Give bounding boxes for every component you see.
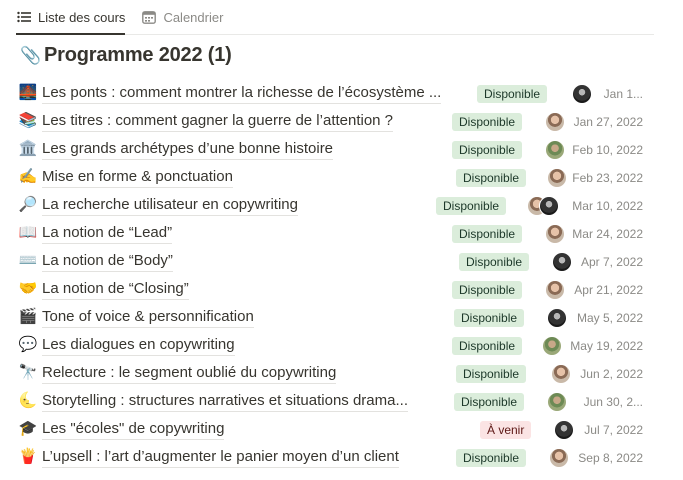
- avatar: [545, 280, 565, 300]
- course-date: Jan 27, 2022: [573, 115, 643, 129]
- avatar: [545, 140, 565, 160]
- course-date: Mar 24, 2022: [572, 227, 643, 241]
- list-item[interactable]: ✍️ Mise en forme & ponctuation Disponible F…: [18, 163, 650, 191]
- list-item[interactable]: 🍟 L’upsell : l’art d’augmenter le panier …: [18, 443, 650, 471]
- course-title-link[interactable]: Relecture : le segment oublié du copywri…: [42, 363, 337, 384]
- list-icon: [16, 9, 32, 25]
- page-emoji-icon: 🤝: [18, 280, 38, 297]
- avatar: [542, 336, 562, 356]
- course-date: May 5, 2022: [576, 311, 643, 325]
- status-badge: Disponible: [456, 365, 527, 383]
- list-item[interactable]: 🎓 Les "écoles" de copywriting À venir Jul 7…: [18, 415, 650, 443]
- page-header: 📎 Programme 2022 (1): [20, 44, 232, 67]
- course-title-link[interactable]: La notion de “Body”: [42, 251, 173, 272]
- list-item[interactable]: 🏛️ Les grands archétypes d’une bonne hist…: [18, 135, 650, 163]
- course-title-link[interactable]: La notion de “Closing”: [42, 279, 189, 300]
- avatar: [554, 420, 574, 440]
- page-emoji-icon: 💬: [18, 336, 38, 353]
- course-title-link[interactable]: Mise en forme & ponctuation: [42, 167, 233, 188]
- list-item[interactable]: 🔭 Relecture : le segment oublié du copywr…: [18, 359, 650, 387]
- status-badge: Disponible: [452, 337, 523, 355]
- list-item[interactable]: ⌨️ La notion de “Body” Disponible Apr 7, 20…: [18, 247, 650, 275]
- tab-label: Calendrier: [163, 9, 224, 25]
- page-emoji-icon: 📚: [18, 112, 38, 129]
- course-title-link[interactable]: Storytelling : structures narratives et …: [42, 391, 408, 412]
- list-item[interactable]: 💬 Les dialogues en copywriting Disponible M…: [18, 331, 650, 359]
- tab-label: Liste des cours: [38, 9, 126, 25]
- paperclip-icon: 📎: [20, 45, 42, 65]
- status-badge: Disponible: [477, 85, 548, 103]
- calendar-icon: [141, 9, 157, 25]
- course-date: Apr 21, 2022: [574, 283, 643, 297]
- page-emoji-icon: 📖: [18, 224, 38, 241]
- list-item[interactable]: 🌜 Storytelling : structures narratives et…: [18, 387, 650, 415]
- avatar: [547, 308, 567, 328]
- list-item[interactable]: 🎬 Tone of voice & personnification Disponi…: [18, 303, 650, 331]
- course-title-link[interactable]: Tone of voice & personnification: [42, 307, 254, 328]
- list-item[interactable]: 🤝 La notion de “Closing” Disponible Apr 21,…: [18, 275, 650, 303]
- course-date: Jun 2, 2022: [580, 367, 643, 381]
- status-badge: Disponible: [436, 197, 507, 215]
- view-tabs: Liste des cours Calendrier: [16, 0, 654, 35]
- avatar: [545, 112, 565, 132]
- page-emoji-icon: ✍️: [18, 168, 38, 185]
- course-date: Feb 23, 2022: [572, 171, 643, 185]
- list-item[interactable]: 📖 La notion de “Lead” Disponible Mar 24, 20…: [18, 219, 650, 247]
- avatar: [572, 84, 592, 104]
- course-title-link[interactable]: L’upsell : l’art d’augmenter le panier m…: [42, 447, 399, 468]
- course-date: Mar 10, 2022: [572, 199, 643, 213]
- status-badge: Disponible: [454, 393, 525, 411]
- status-badge: Disponible: [452, 281, 523, 299]
- course-date: Jan 1...: [603, 87, 643, 101]
- course-list: 🌉 Les ponts : comment montrer la richesse…: [18, 79, 650, 471]
- status-badge: Disponible: [459, 253, 530, 271]
- avatar: [539, 196, 559, 216]
- status-badge: Disponible: [452, 225, 523, 243]
- page-emoji-icon: 🔭: [18, 364, 38, 381]
- course-date: Feb 10, 2022: [572, 143, 643, 157]
- avatar: [547, 168, 567, 188]
- page-emoji-icon: 🌜: [18, 392, 38, 409]
- avatar: [551, 364, 571, 384]
- course-date: Jul 7, 2022: [584, 423, 643, 437]
- status-badge: Disponible: [456, 449, 527, 467]
- status-badge: Disponible: [454, 309, 525, 327]
- course-date: May 19, 2022: [570, 339, 643, 353]
- page-emoji-icon: 🌉: [18, 84, 38, 101]
- list-item[interactable]: 🔎 La recherche utilisateur en copywriting…: [18, 191, 650, 219]
- avatar: [547, 392, 567, 412]
- page-title: Programme 2022 (1): [44, 44, 232, 66]
- status-badge: À venir: [480, 421, 532, 439]
- course-date: Jun 30, 2...: [583, 395, 643, 409]
- page-emoji-icon: 🍟: [18, 448, 38, 465]
- course-title-link[interactable]: Les ponts : comment montrer la richesse …: [42, 83, 442, 104]
- page-emoji-icon: 🔎: [18, 196, 38, 213]
- list-item[interactable]: 📚 Les titres : comment gagner la guerre d…: [18, 107, 650, 135]
- avatar: [552, 252, 572, 272]
- page-emoji-icon: 🏛️: [18, 140, 38, 157]
- list-item[interactable]: 🌉 Les ponts : comment montrer la richesse…: [18, 79, 650, 107]
- page-emoji-icon: 🎓: [18, 420, 38, 437]
- course-title-link[interactable]: Les titres : comment gagner la guerre de…: [42, 111, 394, 132]
- course-title-link[interactable]: La recherche utilisateur en copywriting: [42, 195, 298, 216]
- course-date: Sep 8, 2022: [578, 451, 643, 465]
- course-date: Apr 7, 2022: [580, 255, 643, 269]
- course-title-link[interactable]: La notion de “Lead”: [42, 223, 173, 244]
- page-emoji-icon: 🎬: [18, 308, 38, 325]
- status-badge: Disponible: [456, 169, 527, 187]
- course-title-link[interactable]: Les dialogues en copywriting: [42, 335, 235, 356]
- status-badge: Disponible: [452, 141, 523, 159]
- course-title-link[interactable]: Les grands archétypes d’une bonne histoi…: [42, 139, 334, 160]
- status-badge: Disponible: [452, 113, 523, 131]
- course-title-link[interactable]: Les "écoles" de copywriting: [42, 419, 225, 440]
- avatar: [549, 448, 569, 468]
- tab-liste-des-cours[interactable]: Liste des cours: [16, 0, 126, 35]
- page-emoji-icon: ⌨️: [18, 252, 38, 269]
- tab-calendrier[interactable]: Calendrier: [141, 0, 223, 34]
- avatar: [545, 224, 565, 244]
